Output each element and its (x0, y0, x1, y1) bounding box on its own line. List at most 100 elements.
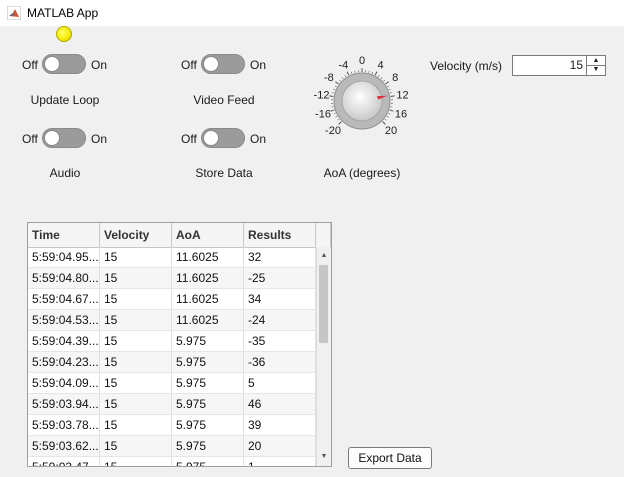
table-cell[interactable]: -24 (244, 310, 316, 330)
table-row[interactable]: 5:59:03.62... 15 5.975 20 (28, 436, 316, 457)
knob-tick-label: -16 (315, 109, 331, 121)
table-cell[interactable]: 5:59:04.09... (28, 373, 100, 393)
table-cell[interactable]: 5.975 (172, 331, 244, 351)
table-cell[interactable]: 15 (100, 457, 172, 466)
velocity-spinner[interactable]: 15 ▲ ▼ (512, 55, 606, 76)
table-row[interactable]: 5:59:03.94... 15 5.975 46 (28, 394, 316, 415)
table-cell[interactable]: 5:59:04.53... (28, 310, 100, 330)
knob-minor-tick (383, 79, 385, 82)
column-header-time[interactable]: Time (28, 223, 100, 247)
matlab-logo-icon (7, 6, 21, 20)
knob-major-tick (329, 95, 334, 97)
velocity-value[interactable]: 15 (570, 58, 583, 72)
table-cell[interactable]: 15 (100, 331, 172, 351)
knob-tick-label: -12 (314, 90, 330, 102)
table-cell[interactable]: 15 (100, 373, 172, 393)
audio-switch[interactable] (42, 128, 86, 148)
table-row[interactable]: 5:59:04.23... 15 5.975 -36 (28, 352, 316, 373)
table-row[interactable]: 5:59:03.78... 15 5.975 39 (28, 415, 316, 436)
column-header-results[interactable]: Results (244, 223, 316, 247)
table-cell[interactable]: 15 (100, 415, 172, 435)
table-cell[interactable]: 5:59:04.23... (28, 352, 100, 372)
column-header-velocity[interactable]: Velocity (100, 223, 172, 247)
table-cell[interactable]: 15 (100, 436, 172, 456)
table-row[interactable]: 5:59:04.67... 15 11.6025 34 (28, 289, 316, 310)
table-cell[interactable]: 5:59:03.94... (28, 394, 100, 414)
table-cell[interactable]: 5.975 (172, 436, 244, 456)
export-data-button[interactable]: Export Data (348, 447, 432, 469)
table-cell[interactable]: 5:59:04.67... (28, 289, 100, 309)
table-cell[interactable]: 11.6025 (172, 289, 244, 309)
table-cell[interactable]: 20 (244, 436, 316, 456)
audio-on-label: On (91, 132, 108, 146)
audio-off-label: Off (22, 132, 38, 146)
knob-major-tick (382, 121, 386, 125)
knob-minor-tick (377, 75, 380, 78)
store-data-switch[interactable] (201, 128, 245, 148)
table-row[interactable]: 5:59:04.09... 15 5.975 5 (28, 373, 316, 394)
scrollbar-thumb[interactable] (319, 265, 328, 343)
table-cell[interactable]: 5:59:03.78... (28, 415, 100, 435)
table-cell[interactable]: -36 (244, 352, 316, 372)
knob-minor-tick (389, 92, 392, 94)
table-cell[interactable]: 15 (100, 247, 172, 267)
table-cell[interactable]: 39 (244, 415, 316, 435)
aoa-knob[interactable]: -20 -16 -12 -8 -4 0 48 12 16 20 (300, 50, 424, 150)
store-data-off-label: Off (181, 132, 197, 146)
update-loop-switch[interactable] (42, 54, 86, 74)
table-vertical-scrollbar[interactable]: ▲ ▼ (316, 247, 331, 466)
table-cell[interactable]: 5 (244, 373, 316, 393)
table-cell[interactable]: 5.975 (172, 394, 244, 414)
table-body: 5:59:04.95... 15 11.6025 32 5:59:04.80... 15 1… (28, 247, 316, 466)
knob-tick-label: 16 (395, 109, 407, 121)
table-cell[interactable]: 46 (244, 394, 316, 414)
knob-minor-tick (388, 112, 391, 115)
table-cell[interactable]: 5:59:04.39... (28, 331, 100, 351)
table-cell[interactable]: 5.975 (172, 352, 244, 372)
table-cell[interactable]: 34 (244, 289, 316, 309)
knob-minor-tick (344, 75, 347, 78)
table-cell[interactable]: 5:59:04.95... (28, 247, 100, 267)
table-row[interactable]: 5:59:04.39... 15 5.975 -35 (28, 331, 316, 352)
knob-major-tick (335, 81, 339, 85)
knob-face (341, 80, 383, 122)
table-cell[interactable]: 15 (100, 310, 172, 330)
scroll-down-arrow-icon[interactable]: ▼ (317, 450, 331, 464)
table-cell[interactable]: 5:59:03.62... (28, 436, 100, 456)
table-cell[interactable]: 5:59:04.80... (28, 268, 100, 288)
table-cell[interactable]: 15 (100, 352, 172, 372)
scroll-up-arrow-icon[interactable]: ▲ (317, 249, 331, 263)
table-cell[interactable]: 15 (100, 268, 172, 288)
video-feed-off-label: Off (181, 58, 197, 72)
table-row[interactable]: 5:59:04.80... 15 11.6025 -25 (28, 268, 316, 289)
knob-minor-tick (386, 115, 389, 118)
table-row[interactable]: 5:59:04.95... 15 11.6025 32 (28, 247, 316, 268)
table-cell[interactable]: 5.975 (172, 457, 244, 466)
velocity-label: Velocity (m/s) (430, 59, 503, 73)
knob-tick-label: 8 (392, 72, 398, 84)
table-cell[interactable]: 5.975 (172, 373, 244, 393)
table-cell[interactable]: 15 (100, 394, 172, 414)
table-header: Time Velocity AoA Results (28, 223, 331, 248)
table-cell[interactable]: 11.6025 (172, 268, 244, 288)
knob-minor-tick (341, 77, 344, 80)
table-cell[interactable]: -35 (244, 331, 316, 351)
decrement-arrow-icon[interactable]: ▼ (587, 65, 605, 74)
table-cell[interactable]: 1 (244, 457, 316, 466)
table-cell[interactable]: 5.975 (172, 415, 244, 435)
aoa-knob-widget: -20 -16 -12 -8 -4 0 4 8 12 16 20 (300, 50, 424, 150)
results-table[interactable]: Time Velocity AoA Results 5:59:04.95... 1… (27, 222, 332, 467)
table-cell[interactable]: 11.6025 (172, 310, 244, 330)
video-feed-label: Video Feed (193, 93, 255, 107)
table-cell[interactable]: -25 (244, 268, 316, 288)
table-cell[interactable]: 32 (244, 247, 316, 267)
column-header-aoa[interactable]: AoA (172, 223, 244, 247)
table-row[interactable]: 5:59:04.53... 15 11.6025 -24 (28, 310, 316, 331)
table-cell[interactable]: 5:59:03.47... (28, 457, 100, 466)
video-feed-switch[interactable] (201, 54, 245, 74)
table-cell[interactable]: 15 (100, 289, 172, 309)
table-cell[interactable]: 11.6025 (172, 247, 244, 267)
table-row[interactable]: 5:59:03.47... 15 5.975 1 (28, 457, 316, 466)
knob-minor-tick (387, 85, 390, 88)
knob-tick-label: -8 (324, 72, 334, 84)
